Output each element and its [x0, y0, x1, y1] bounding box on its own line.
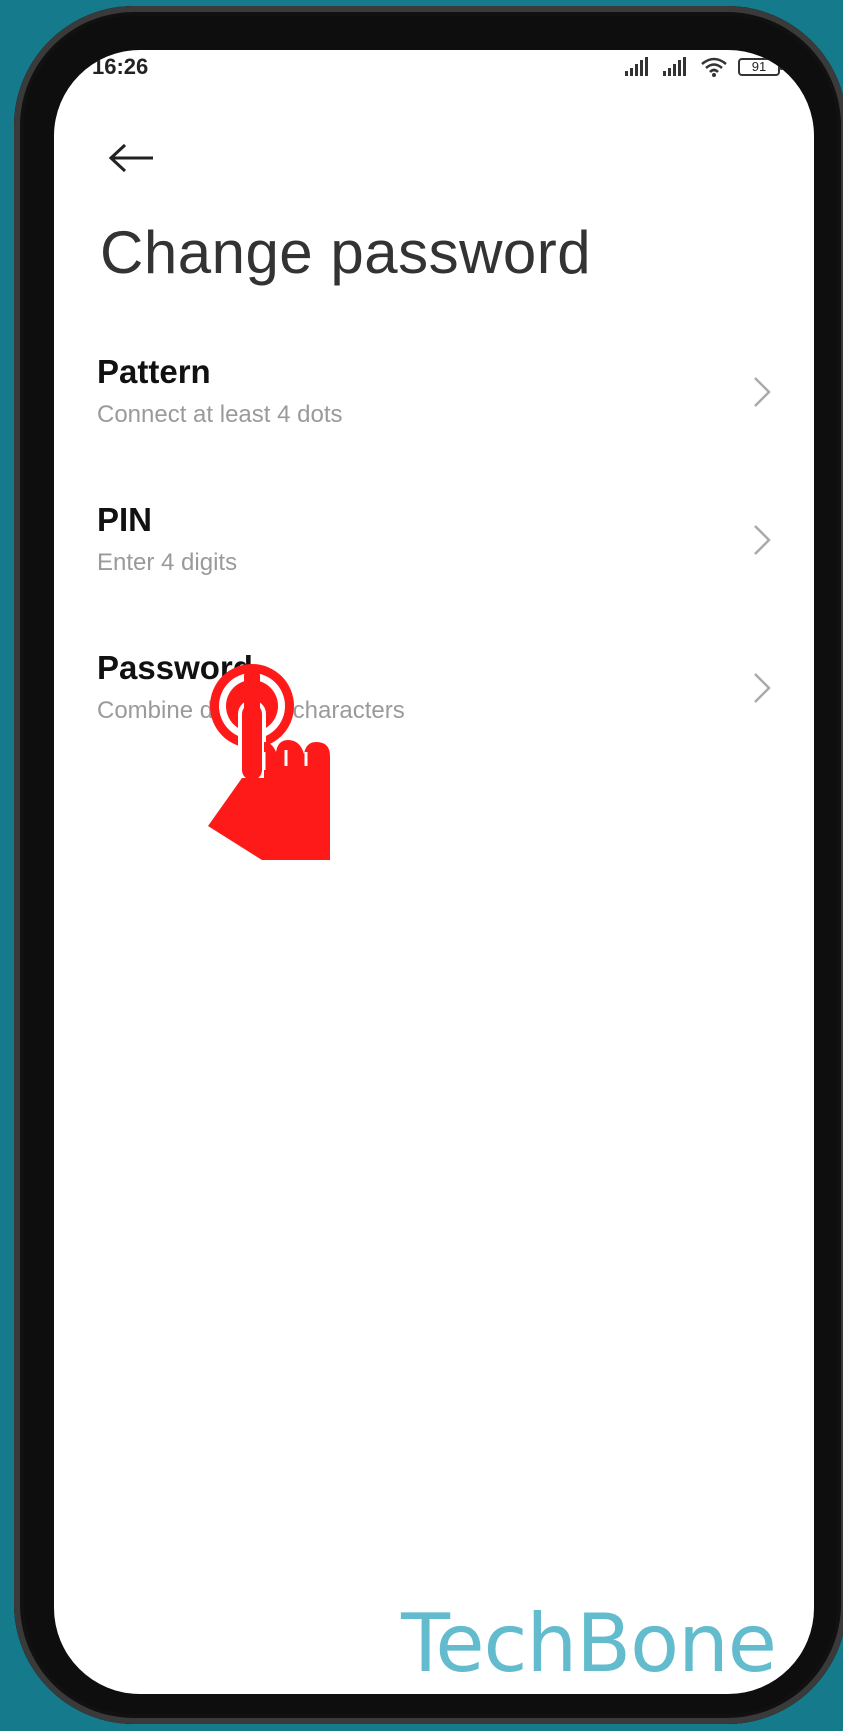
- option-pin[interactable]: PIN Enter 4 digits: [54, 501, 814, 621]
- option-subtitle: Enter 4 digits: [97, 549, 238, 576]
- option-title: PIN: [97, 501, 153, 538]
- status-bar: 16:26 91: [54, 50, 814, 90]
- chevron-right-icon: [754, 377, 771, 407]
- option-title: Pattern: [97, 353, 211, 390]
- wifi-icon: [701, 57, 727, 77]
- back-button[interactable]: [102, 128, 162, 188]
- phone-screen: 16:26 91 Change password Pattern Connect…: [54, 50, 814, 1694]
- status-icons: 91: [624, 56, 783, 78]
- battery-icon: 91: [738, 58, 783, 76]
- page-title: Change password: [100, 219, 592, 286]
- back-arrow-icon: [109, 143, 153, 173]
- tap-hand-icon: [208, 664, 330, 860]
- signal-icon: [625, 57, 648, 76]
- status-time: 16:26: [92, 54, 149, 79]
- signal-icon: [663, 57, 686, 76]
- option-subtitle: Connect at least 4 dots: [97, 401, 343, 428]
- option-pattern[interactable]: Pattern Connect at least 4 dots: [54, 353, 814, 473]
- chevron-right-icon: [754, 673, 771, 703]
- option-password[interactable]: Password Combine different characters: [54, 649, 814, 769]
- watermark: TechBone: [401, 1597, 777, 1690]
- chevron-right-icon: [754, 525, 771, 555]
